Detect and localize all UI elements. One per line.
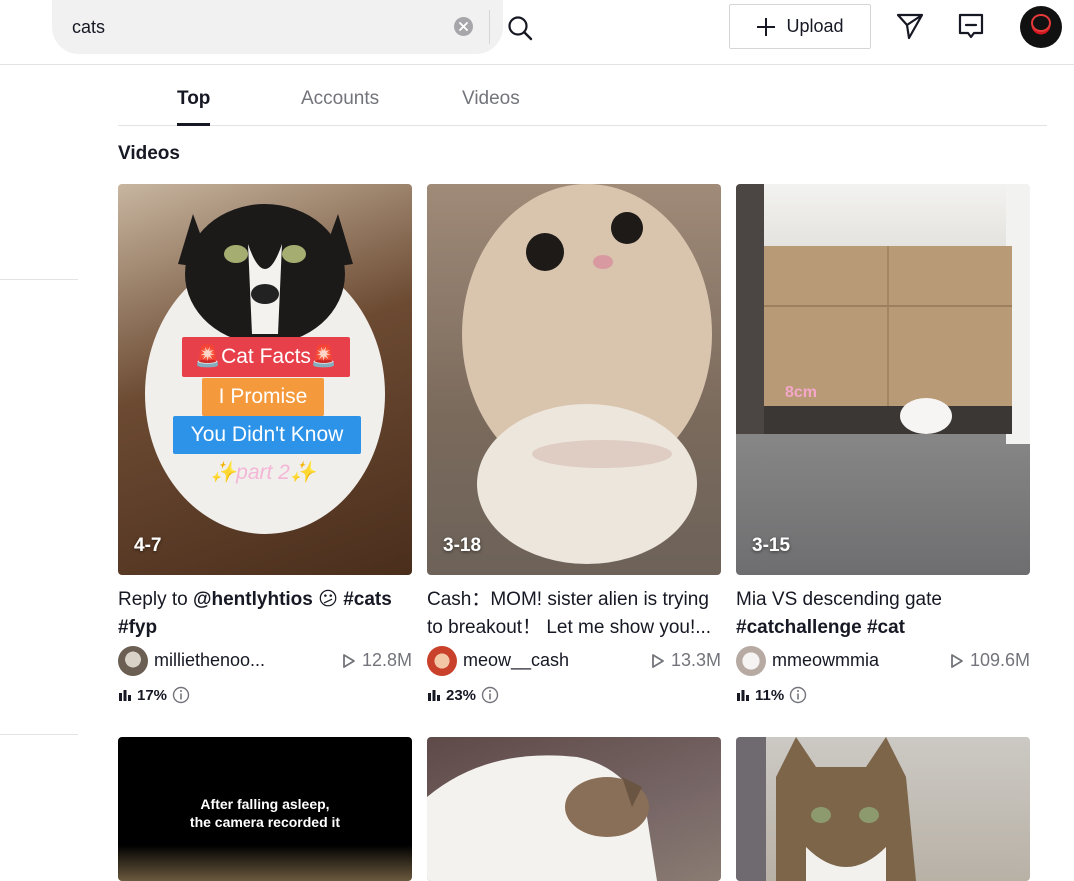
play-icon	[343, 653, 355, 668]
video-thumbnail[interactable]: After falling asleep, the camera recorde…	[118, 737, 412, 881]
inbox-button[interactable]	[956, 11, 986, 41]
play-icon	[652, 653, 664, 668]
tab-top[interactable]: Top	[177, 88, 210, 110]
tab-videos[interactable]: Videos	[462, 88, 520, 110]
sidebar-divider	[0, 734, 78, 735]
video-card[interactable]: 3-18 Cash：MOM! sister alien is trying to…	[427, 184, 721, 704]
video-description: Mia VS descending gate #catchallenge #ca…	[736, 586, 1030, 642]
search-icon	[508, 16, 533, 41]
bar-chart-icon	[737, 690, 749, 701]
section-title: Videos	[118, 143, 180, 164]
desc-line: Mia VS descending gate	[736, 589, 942, 610]
clear-icon	[459, 22, 468, 31]
author-row[interactable]: milliethenoo... 12.8M	[118, 646, 412, 676]
relevance-stat: 11%	[736, 684, 807, 706]
video-thumbnail[interactable]: 8cm 3-15	[736, 184, 1030, 575]
send-icon	[896, 13, 924, 40]
info-icon[interactable]	[789, 686, 807, 704]
overlay-sticker: 🚨Cat Facts🚨	[182, 337, 350, 377]
upload-label: Upload	[786, 16, 844, 36]
emoji: 😕	[318, 589, 338, 610]
bar-chart-icon	[119, 690, 131, 701]
video-card[interactable]: 🚨Cat Facts🚨 I Promise You Didn't Know ✨p…	[118, 184, 412, 704]
view-count-value: 13.3M	[670, 650, 721, 670]
author-row[interactable]: mmeowmmia 109.6M	[736, 646, 1030, 676]
search-divider	[489, 10, 490, 44]
author-avatar[interactable]	[736, 646, 766, 676]
top-bar: Upload	[0, 0, 1074, 65]
cat-image	[462, 184, 712, 564]
upload-button[interactable]: Upload	[729, 4, 871, 49]
hashtag-link[interactable]: #fyp	[118, 617, 157, 638]
desc-text: Reply to	[118, 589, 193, 610]
overlay-caption: the camera recorded it	[189, 814, 341, 830]
inbox-icon	[958, 13, 984, 39]
author-avatar[interactable]	[427, 646, 457, 676]
stat-value: 23%	[446, 686, 477, 704]
stat-value: 17%	[137, 686, 168, 704]
tab-accounts[interactable]: Accounts	[301, 88, 379, 110]
play-icon	[951, 653, 963, 668]
search-tabs: Top Accounts Videos	[118, 66, 1047, 126]
view-count: 13.3M	[651, 650, 721, 671]
video-date: 3-15	[752, 535, 791, 556]
plus-icon	[756, 17, 776, 37]
mention-link[interactable]: @hentlyhtios	[193, 589, 313, 610]
video-thumbnail[interactable]	[736, 737, 1030, 881]
clear-search-button[interactable]	[454, 17, 473, 36]
video-card[interactable]: After falling asleep, the camera recorde…	[118, 737, 412, 881]
desc-line: Cash：MOM! sister alien is trying	[427, 589, 709, 610]
messages-button[interactable]	[895, 11, 925, 41]
video-description: Cash：MOM! sister alien is trying to brea…	[427, 586, 721, 642]
cat-image	[736, 184, 1030, 444]
video-card[interactable]	[427, 737, 721, 881]
view-count: 109.6M	[950, 650, 1030, 671]
desc-line: to breakout！ Let me show you!...	[427, 617, 712, 638]
profile-avatar[interactable]	[1020, 6, 1062, 48]
video-description: Reply to @hentlyhtios 😕 #cats #fyp	[118, 586, 412, 642]
view-count-value: 109.6M	[969, 650, 1030, 670]
video-thumbnail[interactable]: 3-18	[427, 184, 721, 575]
video-date: 4-7	[134, 535, 162, 556]
active-tab-indicator	[177, 123, 210, 126]
video-thumbnail[interactable]	[427, 737, 721, 881]
search-input[interactable]	[72, 14, 392, 40]
info-icon[interactable]	[481, 686, 499, 704]
overlay-sticker: ✨part 2✨	[210, 461, 316, 484]
author-username[interactable]: mmeowmmia	[772, 650, 879, 671]
bar-chart-icon	[428, 690, 440, 701]
overlay-sticker: I Promise	[202, 378, 324, 416]
cat-image	[736, 737, 916, 881]
view-count-value: 12.8M	[361, 650, 412, 670]
search-button[interactable]	[505, 13, 535, 43]
sidebar-divider	[0, 279, 78, 280]
view-count: 12.8M	[342, 650, 412, 671]
overlay-sticker: You Didn't Know	[173, 416, 361, 454]
hashtag-link[interactable]: #catchallenge #cat	[736, 617, 905, 638]
info-icon[interactable]	[172, 686, 190, 704]
video-date: 3-18	[443, 535, 482, 556]
relevance-stat: 17%	[118, 684, 190, 706]
video-thumbnail[interactable]: 🚨Cat Facts🚨 I Promise You Didn't Know ✨p…	[118, 184, 412, 575]
search-bar	[52, 0, 533, 54]
author-row[interactable]: meow__cash 13.3M	[427, 646, 721, 676]
author-username[interactable]: meow__cash	[463, 650, 569, 671]
video-card[interactable]: 8cm 3-15 Mia VS descending gate #catchal…	[736, 184, 1030, 704]
overlay-sticker: 8cm	[784, 384, 818, 401]
author-username[interactable]: milliethenoo...	[154, 650, 265, 671]
author-avatar[interactable]	[118, 646, 148, 676]
cat-image	[427, 755, 657, 881]
stat-value: 11%	[755, 686, 785, 704]
video-card[interactable]	[736, 737, 1030, 881]
hashtag-link[interactable]: #cats	[343, 589, 392, 610]
overlay-caption: After falling asleep,	[200, 796, 330, 812]
relevance-stat: 23%	[427, 684, 499, 706]
